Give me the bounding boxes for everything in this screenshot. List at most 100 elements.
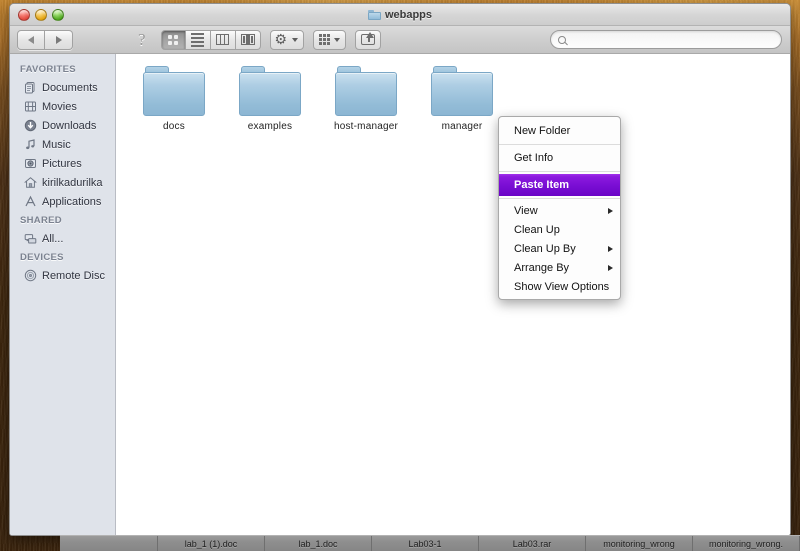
menu-item-show-view-options[interactable]: Show View Options xyxy=(499,277,620,296)
arrange-grid-icon xyxy=(318,34,330,45)
coverflow-view-button[interactable] xyxy=(235,29,261,50)
close-button[interactable] xyxy=(18,8,30,21)
menu-item-view[interactable]: View xyxy=(499,201,620,220)
column-view-button[interactable] xyxy=(210,29,236,50)
forward-button[interactable] xyxy=(45,29,73,50)
arrange-menu-button[interactable] xyxy=(312,29,346,50)
window-body: FAVORITES Documents Movies Downloads Mus… xyxy=(10,54,790,535)
sidebar-item-label: Documents xyxy=(42,81,98,94)
taskbar: lab_1 (1).doc lab_1.doc Lab03-1 Lab03.ra… xyxy=(60,535,800,551)
sidebar-item-label: Downloads xyxy=(42,119,97,132)
taskbar-item[interactable]: monitoring_wrong xyxy=(586,536,693,551)
documents-icon xyxy=(24,81,37,94)
menu-item-label: Paste Item xyxy=(514,179,570,191)
menu-item-get-info[interactable]: Get Info xyxy=(499,147,620,169)
taskbar-spacer xyxy=(60,536,158,551)
grid-icon xyxy=(168,34,179,45)
columns-icon xyxy=(216,34,230,45)
sidebar-item-music[interactable]: Music xyxy=(10,135,115,154)
sidebar-item-label: kirilkadurilka xyxy=(42,176,103,189)
toolbar: ? xyxy=(10,26,790,54)
minimize-button[interactable] xyxy=(35,8,47,21)
menu-item-clean-up[interactable]: Clean Up xyxy=(499,220,620,239)
list-icon xyxy=(191,32,205,47)
chevron-down-icon xyxy=(333,37,340,42)
action-menu-button[interactable] xyxy=(269,29,304,50)
share-button[interactable] xyxy=(354,29,381,50)
folder-icon xyxy=(335,66,397,116)
taskbar-item[interactable]: Lab03.rar xyxy=(479,536,586,551)
taskbar-item[interactable]: lab_1 (1).doc xyxy=(158,536,265,551)
taskbar-item[interactable]: Lab03-1 xyxy=(372,536,479,551)
applications-icon xyxy=(24,195,37,208)
file-list-area[interactable]: docs examples host-manager manager xyxy=(116,54,790,535)
help-icon[interactable]: ? xyxy=(138,31,146,48)
list-view-button[interactable] xyxy=(185,29,211,50)
sidebar-item-pictures[interactable]: Pictures xyxy=(10,154,115,173)
window-controls xyxy=(18,8,64,21)
network-icon xyxy=(24,232,37,245)
zoom-button[interactable] xyxy=(52,8,64,21)
nav-buttons xyxy=(17,29,73,50)
sidebar-item-label: Movies xyxy=(42,100,77,113)
sidebar-item-label: Applications xyxy=(42,195,102,208)
folder-icon xyxy=(367,9,381,20)
sidebar-item-downloads[interactable]: Downloads xyxy=(10,116,115,135)
file-item[interactable]: host-manager xyxy=(318,66,414,132)
gear-icon xyxy=(275,33,288,46)
context-menu: New Folder Get Info Paste Item View Clea… xyxy=(498,116,621,300)
sidebar-item-home[interactable]: kirilkadurilka xyxy=(10,173,115,192)
sidebar-heading-favorites: FAVORITES xyxy=(20,64,76,75)
menu-separator xyxy=(499,171,620,172)
file-item[interactable]: docs xyxy=(126,66,222,132)
sidebar-item-movies[interactable]: Movies xyxy=(10,97,115,116)
sidebar-item-all[interactable]: All... xyxy=(10,229,115,248)
downloads-icon xyxy=(24,119,37,132)
menu-item-label: Get Info xyxy=(514,152,554,164)
share-icon xyxy=(360,32,375,45)
back-button[interactable] xyxy=(17,29,45,50)
icon-view-button[interactable] xyxy=(160,29,186,50)
file-name: host-manager xyxy=(333,121,399,132)
file-item[interactable]: examples xyxy=(222,66,318,132)
menu-item-clean-up-by[interactable]: Clean Up By xyxy=(499,239,620,258)
menu-separator xyxy=(499,198,620,199)
file-item[interactable]: manager xyxy=(414,66,510,132)
sidebar-item-label: Pictures xyxy=(42,157,82,170)
menu-item-label: Show View Options xyxy=(514,280,610,293)
movies-icon xyxy=(24,100,37,113)
search-input[interactable] xyxy=(570,33,774,46)
sidebar-item-documents[interactable]: Documents xyxy=(10,78,115,97)
menu-item-new-folder[interactable]: New Folder xyxy=(499,120,620,142)
chevron-down-icon xyxy=(291,37,298,42)
taskbar-item[interactable]: monitoring_wrong. xyxy=(693,536,800,551)
folder-icon xyxy=(239,66,301,116)
finder-window: webapps ? ⚙ FAVORITES Documents Movies D… xyxy=(9,3,791,536)
menu-item-label: New Folder xyxy=(514,125,571,137)
sidebar-item-remote-disc[interactable]: Remote Disc xyxy=(10,266,115,285)
taskbar-item[interactable]: lab_1.doc xyxy=(265,536,372,551)
file-name: docs xyxy=(163,121,185,132)
view-mode-group xyxy=(160,29,261,50)
sidebar-heading-devices: DEVICES xyxy=(20,252,64,263)
search-field[interactable] xyxy=(550,30,782,49)
submenu-arrow-icon xyxy=(608,264,613,271)
menu-item-arrange-by[interactable]: Arrange By xyxy=(499,258,620,277)
sidebar-item-applications[interactable]: Applications xyxy=(10,192,115,211)
menu-item-label: Clean Up xyxy=(514,223,560,236)
icon-grid: docs examples host-manager manager xyxy=(116,54,790,132)
window-titlebar[interactable]: webapps xyxy=(10,4,790,26)
disc-icon xyxy=(24,269,37,282)
menu-item-paste-item[interactable]: Paste Item xyxy=(499,174,620,196)
file-name: examples xyxy=(247,121,293,132)
search-icon xyxy=(558,35,566,44)
sidebar-item-label: Remote Disc xyxy=(42,269,105,282)
file-name: manager xyxy=(441,121,483,132)
window-title-text: webapps xyxy=(384,8,433,21)
folder-icon xyxy=(431,66,493,116)
folder-icon xyxy=(143,66,205,116)
coverflow-icon xyxy=(240,34,255,45)
sidebar-item-label: All... xyxy=(42,232,64,245)
pictures-icon xyxy=(24,157,37,170)
home-icon xyxy=(24,176,37,189)
